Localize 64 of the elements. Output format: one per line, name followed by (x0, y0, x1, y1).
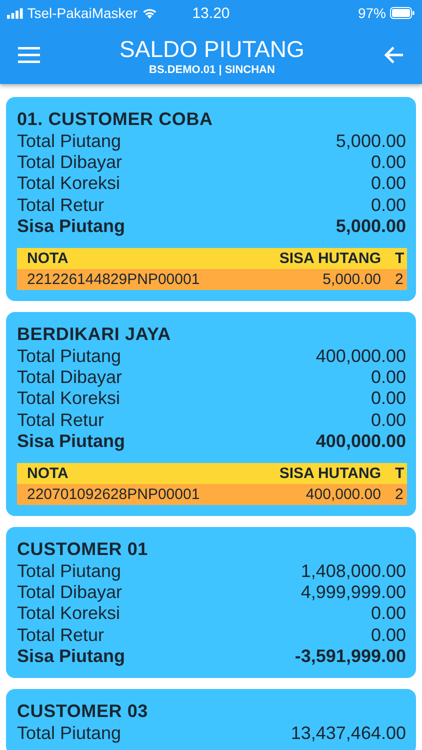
row-value: 4,999,999.00 (300, 582, 406, 604)
customer-card[interactable]: 01. CUSTOMER COBA Total Piutang 5,000.00 Total Dibayar 0.00 Total Koreksi 0.00 Total Retur 0.00 Sisa Piutang 5,000.00 NOTA SISA HUTANG T 221226144829PNP00001 5,000.00 2 (6, 97, 416, 302)
carrier-name: Tsel-PakaiMasker (27, 5, 138, 21)
row-label: Total Piutang (17, 561, 122, 582)
row-value: 13,437,464.00 (290, 723, 406, 744)
customer-card[interactable]: CUSTOMER 01 Total Piutang 1,408,000.00 Total Dibayar 4,999,999.00 Total Koreksi 0.00 Total Retur 0.00 Sisa Piutang -3,591,999.00 (6, 527, 416, 678)
customer-name: CUSTOMER 03 (17, 700, 149, 724)
row-label: Total Dibayar (17, 367, 122, 388)
row-value: 5,000.00 (336, 216, 406, 238)
row-value: 400,000.00 (316, 346, 406, 368)
customer-name: CUSTOMER 01 (17, 538, 149, 562)
row-value: 0.00 (370, 173, 406, 195)
battery-percent: 97% (358, 5, 386, 21)
table-row[interactable]: 221226144829PNP00001 5,000.00 2 (17, 269, 407, 290)
column-header: SISA HUTANG (278, 464, 381, 484)
signal-icon (7, 8, 24, 18)
battery-icon (390, 7, 415, 19)
row-value: 400,000.00 (316, 430, 406, 452)
row-label: Sisa Piutang (17, 646, 126, 668)
column-header: T (394, 249, 404, 270)
row-label: Total Piutang (17, 131, 122, 152)
customer-card[interactable]: CUSTOMER 03 Total Piutang 13,437,464.00 (6, 689, 416, 750)
row-label: Sisa Piutang (17, 430, 126, 452)
row-label: Sisa Piutang (17, 216, 126, 238)
row-label: Total Retur (17, 624, 104, 646)
wifi-icon (142, 7, 157, 19)
column-header: NOTA (26, 464, 70, 484)
row-label: Total Koreksi (17, 603, 120, 625)
row-value: 0.00 (370, 152, 406, 174)
row-label: Total Piutang (17, 346, 122, 368)
row-label: Total Koreksi (17, 388, 120, 410)
menu-icon (18, 47, 40, 63)
row-value: 5,000.00 (336, 131, 406, 152)
table-cell-text: 5,000.00 (322, 270, 381, 290)
row-value: 0.00 (370, 410, 406, 431)
row-value: 0.00 (370, 194, 406, 216)
row-label: Total Dibayar (17, 582, 122, 604)
column-header: NOTA (26, 249, 70, 270)
row-value: 1,408,000.00 (300, 561, 406, 582)
page-title: SALDO PIUTANG (120, 34, 304, 62)
row-value: 0.00 (370, 388, 406, 410)
customer-name: BERDIKARI JAYA (17, 323, 172, 346)
row-value: -3,591,999.00 (294, 646, 406, 668)
status-time: 13.20 (192, 4, 230, 22)
row-label: Total Dibayar (17, 152, 122, 174)
table-cell-text: 221226144829PNP00001 (26, 270, 201, 290)
table-row[interactable]: 220701092628PNP00001 400,000.00 2 (17, 484, 407, 506)
table-cell-text: 2 (394, 485, 404, 506)
column-header: T (394, 464, 404, 484)
table-cell-text: 2 (394, 270, 404, 290)
customer-name: 01. CUSTOMER COBA (17, 108, 214, 131)
table-cell-text: 220701092628PNP00001 (26, 485, 201, 506)
row-value: 0.00 (370, 367, 406, 388)
row-value: 0.00 (370, 603, 406, 625)
page-subtitle: BS.DEMO.01 | SINCHAN (149, 64, 275, 76)
row-value: 0.00 (370, 624, 406, 646)
row-label: Total Retur (17, 410, 104, 431)
back-arrow-icon (384, 46, 404, 64)
column-header: SISA HUTANG (278, 249, 381, 270)
customer-card[interactable]: BERDIKARI JAYA Total Piutang 400,000.00 Total Dibayar 0.00 Total Koreksi 0.00 Total Retur 0.00 Sisa Piutang 400,000.00 NOTA SISA HUTANG T 220701092628PNP00001 400,000.00 2 (6, 312, 416, 516)
row-label: Total Piutang (17, 723, 122, 744)
row-label: Total Koreksi (17, 173, 120, 195)
table-cell-text: 400,000.00 (304, 485, 381, 506)
row-label: Total Retur (17, 194, 104, 216)
